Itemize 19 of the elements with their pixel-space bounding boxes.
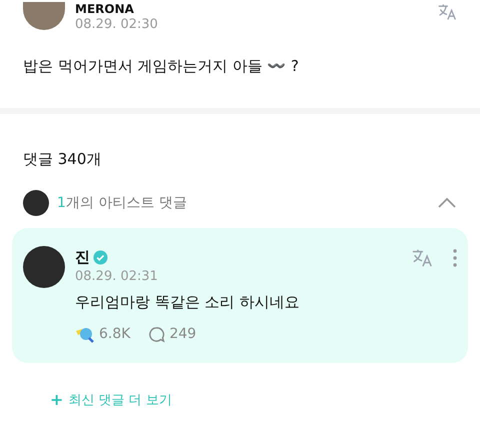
artist-comment-count: 1 (57, 194, 66, 213)
comment-text: 우리엄마랑 똑같은 소리 하시네요 (75, 292, 300, 313)
chevron-up-icon[interactable] (437, 197, 457, 210)
comments-count: 댓글 340개 (22, 148, 102, 170)
more-comments-button[interactable]: + 최신 댓글 더 보기 (50, 390, 172, 410)
artist-comment-label: 개의 아티스트 댓글 (66, 194, 187, 213)
reply-count: 249 (169, 324, 196, 344)
post-time: 08.29. 02:30 (75, 17, 158, 34)
avatar[interactable] (23, 246, 65, 288)
plus-icon: + (50, 392, 64, 408)
post-text: 밥은 먹어가면서 게임하는거지 아들 〰 ? (22, 56, 300, 78)
comment-time: 08.29. 02:31 (75, 268, 159, 285)
avatar (23, 190, 49, 216)
more-options-icon[interactable] (453, 248, 457, 266)
author-name: MERONA (75, 2, 135, 17)
author-name: 진 (75, 247, 90, 268)
comment-icon[interactable] (148, 326, 166, 342)
translate-icon[interactable] (437, 2, 457, 22)
like-count: 6.8K (99, 324, 130, 344)
